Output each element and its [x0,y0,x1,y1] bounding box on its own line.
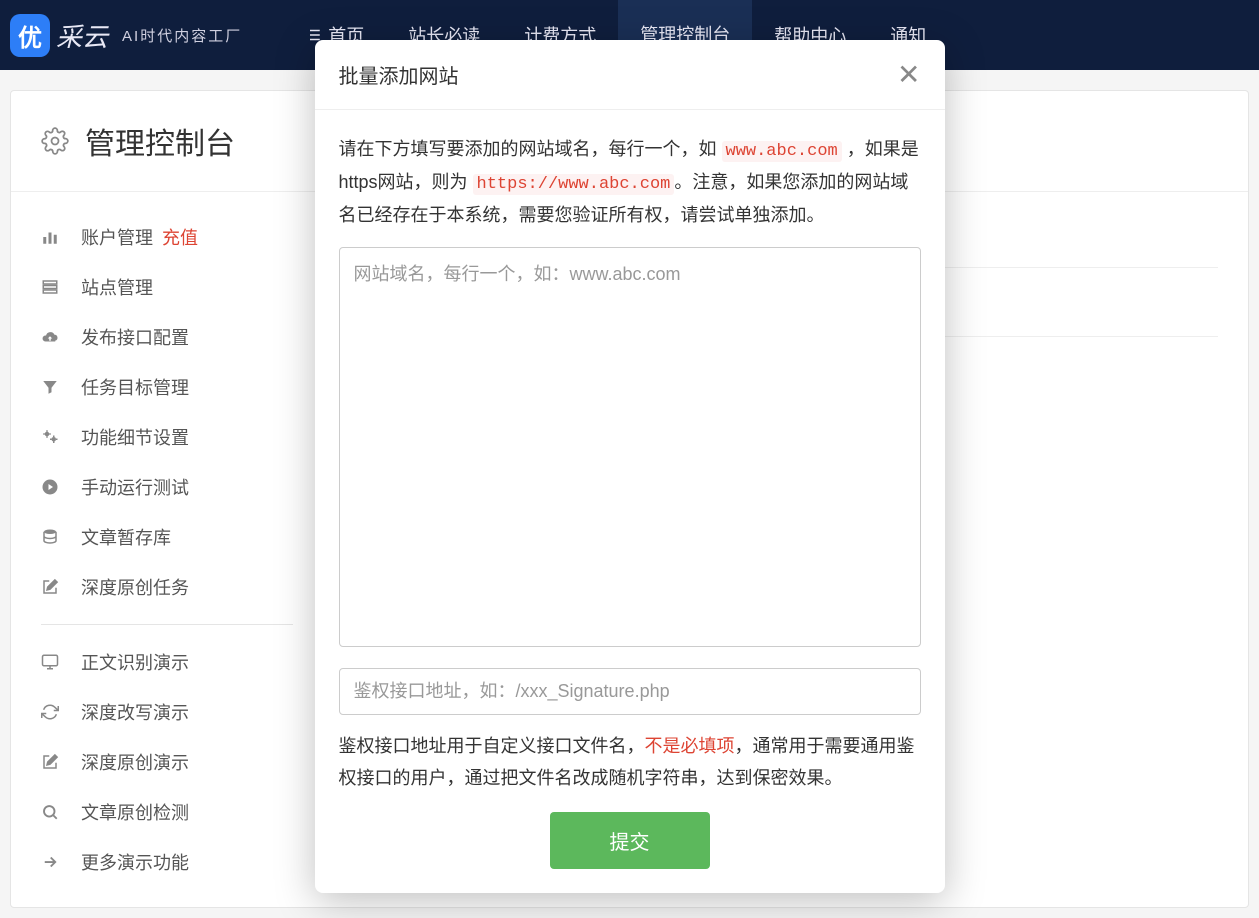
modal-description: 请在下方填写要添加的网站域名，每行一个，如 www.abc.com ，如果是ht… [339,134,921,231]
modal-title: 批量添加网站 [339,60,459,89]
batch-add-modal: 批量添加网站 ✕ 请在下方填写要添加的网站域名，每行一个，如 www.abc.c… [315,40,945,893]
auth-note: 鉴权接口地址用于自定义接口文件名，不是必填项，通常用于需要通用鉴权接口的用户，通… [339,731,921,794]
modal-header: 批量添加网站 ✕ [315,40,945,110]
auth-url-input[interactable] [339,668,921,715]
submit-button[interactable]: 提交 [550,812,710,869]
example-https-domain: https://www.abc.com [473,174,675,195]
not-required-text: 不是必填项 [645,736,735,756]
example-domain: www.abc.com [722,141,842,162]
close-icon[interactable]: ✕ [897,61,920,89]
domains-textarea[interactable] [339,247,921,647]
